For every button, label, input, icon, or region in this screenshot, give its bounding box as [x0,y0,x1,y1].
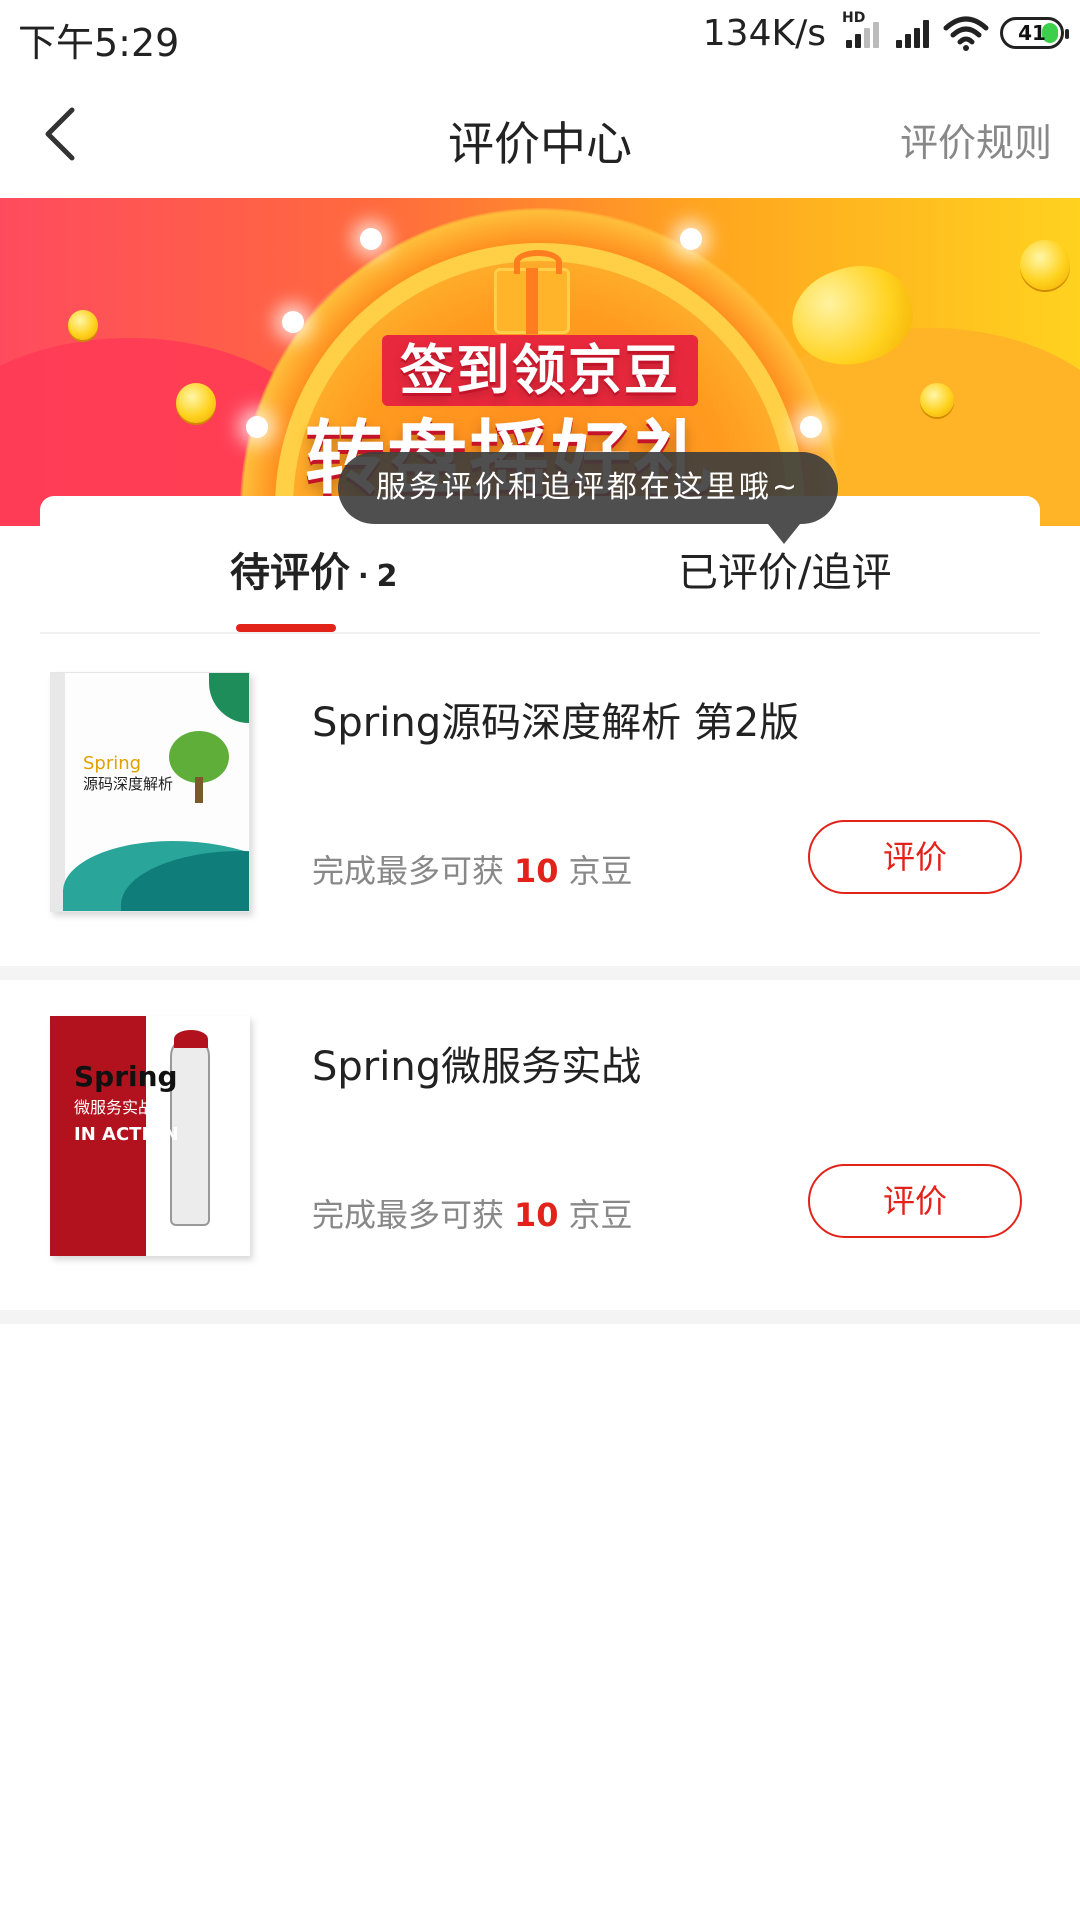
sparkle [680,228,702,250]
product-title[interactable]: Spring微服务实战 [312,1034,641,1092]
status-bar: 下午5:29 134K/s HD 41 [0,0,1080,70]
tab-pending-count: 2 [376,559,398,594]
divider [40,632,1040,634]
tab-reviewed[interactable]: 已评价/追评 [678,540,891,598]
battery-icon: 41 [1000,17,1069,49]
book-cover-image[interactable]: Spring 微服务实战 IN ACTION [50,1016,250,1256]
reward-text: 完成最多可获 10 京豆 [312,852,633,890]
review-button[interactable]: 评价 [808,1164,1022,1238]
gift-icon [494,250,570,334]
tab-pending-label: 待评价 [230,550,350,596]
divider [0,1310,1080,1324]
cover-subtitle: 源码深度解析 [83,775,174,793]
hd-label: HD [842,10,866,26]
divider [0,966,1080,980]
list-item: Spring 源码深度解析 Spring源码深度解析 第2版 完成最多可获 10 京… [0,636,1080,966]
active-tab-indicator [236,624,336,632]
hd-signal-icon: HD [842,10,882,50]
cover-subtitle: 微服务实战 [74,1098,155,1117]
review-hint-tooltip: 服务评价和追评都在这里哦~ [338,452,838,544]
status-time: 下午5:29 [18,21,180,65]
review-rules-link[interactable]: 评价规则 [900,112,1052,167]
reward-beans: 10 [514,1196,559,1234]
reward-text: 完成最多可获 10 京豆 [312,1196,633,1234]
review-button[interactable]: 评价 [808,820,1022,894]
signal-icon [892,16,932,50]
status-icons: 134K/s HD 41 [702,10,1069,56]
tab-pending-review[interactable]: 待评价 · 2 [230,540,398,598]
wifi-icon [943,16,989,51]
net-speed: 134K/s [702,12,826,54]
cover-title: Spring [74,1060,178,1093]
cover-title: Spring [83,753,142,774]
reward-beans: 10 [514,852,559,890]
coin-icon [1020,240,1070,290]
sparkle [360,228,382,250]
book-cover-image[interactable]: Spring 源码深度解析 [50,672,250,912]
cover-subtitle-en: IN ACTION [74,1124,179,1145]
battery-level: 41 [1018,21,1046,45]
nav-bar: 评价中心 评价规则 [0,70,1080,198]
list-item: Spring 微服务实战 IN ACTION Spring微服务实战 完成最多可… [0,980,1080,1310]
product-title[interactable]: Spring源码深度解析 第2版 [312,690,799,748]
